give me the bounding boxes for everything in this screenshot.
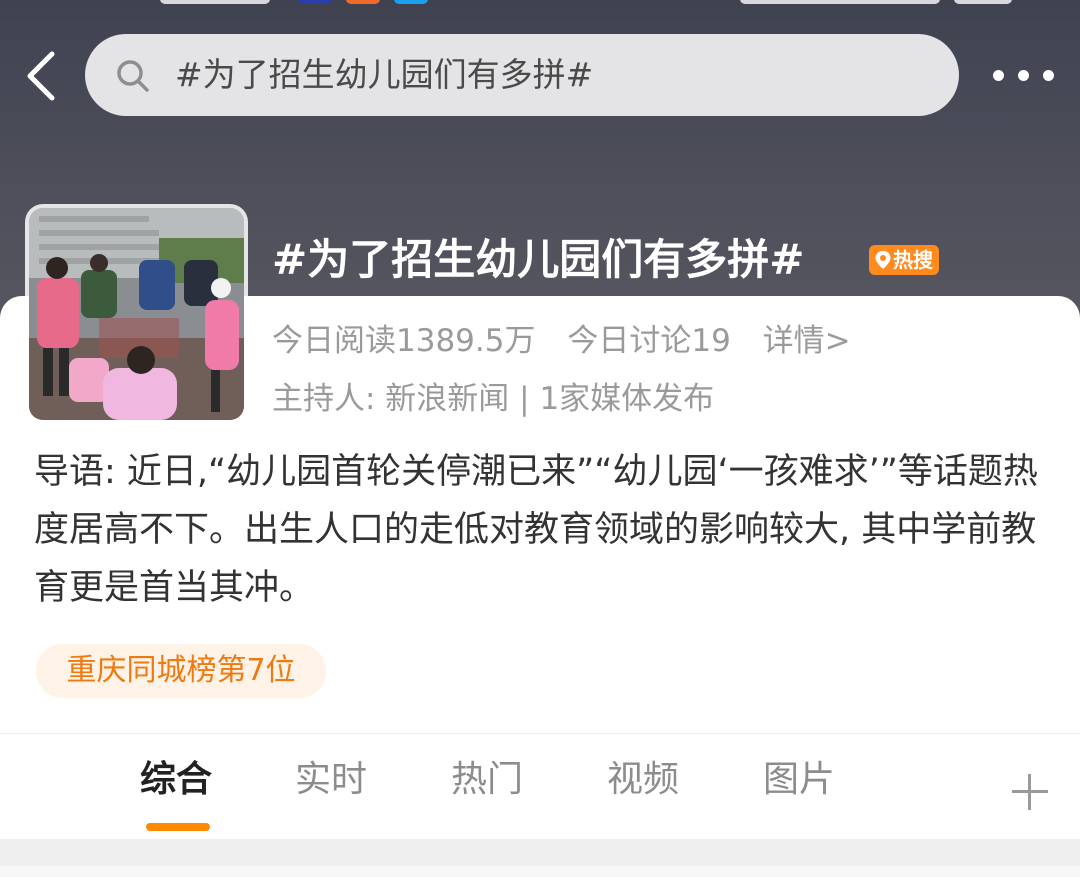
status-app-icon [346,0,380,4]
active-tab-indicator [146,823,210,831]
read-count: 今日阅读1389.5万 [272,323,536,359]
add-tab-button[interactable] [1008,770,1052,814]
battery-icon [954,0,1012,4]
tab-hot[interactable]: 热门 [451,756,523,804]
kindergarten-photo [29,208,244,420]
location-pin-icon [875,251,891,269]
search-icon [117,60,149,92]
chevron-left-icon [27,51,55,101]
topic-cover-image[interactable] [29,208,244,420]
tab-images[interactable]: 图片 [763,756,835,804]
tab-video[interactable]: 视频 [607,756,679,804]
tab-realtime[interactable]: 实时 [295,756,367,804]
back-button[interactable] [18,48,66,104]
topic-title: #为了招生幼儿园们有多拼# [272,235,805,284]
discussion-count: 今日讨论19 [567,323,731,359]
status-bar [0,0,1080,8]
hot-search-badge: 热搜 [869,245,939,275]
city-rank-tag[interactable]: 重庆同城榜第7位 [36,644,326,698]
status-time [160,0,270,4]
hot-search-badge-label: 热搜 [893,248,933,272]
more-dot-icon [993,70,1004,81]
status-app-icon [298,0,332,4]
topic-stats: 今日阅读1389.5万 今日讨论19 详情> [272,318,873,364]
status-app-icon [394,0,428,4]
more-dot-icon [1043,70,1054,81]
search-bar[interactable]: #为了招生幼儿园们有多拼# [85,34,959,116]
search-query: #为了招生幼儿园们有多拼# [175,55,594,94]
content-tabs: 综合 实时 热门 视频 图片 [0,733,1080,840]
plus-icon [1012,790,1048,793]
status-indicators [740,0,940,4]
host-info: 主持人: 新浪新闻 | 1家媒体发布 [272,381,715,417]
details-link[interactable]: 详情> [763,323,851,359]
tab-comprehensive[interactable]: 综合 [140,756,212,804]
topic-introduction: 导语: 近日,“幼儿园首轮关停潮已来”“幼儿园‘一孩难求’”等话题热度居高不下。… [34,452,1038,608]
more-dot-icon [1018,70,1029,81]
more-options-button[interactable] [984,60,1064,90]
feed-divider [0,839,1080,877]
feed-start [0,866,1080,877]
